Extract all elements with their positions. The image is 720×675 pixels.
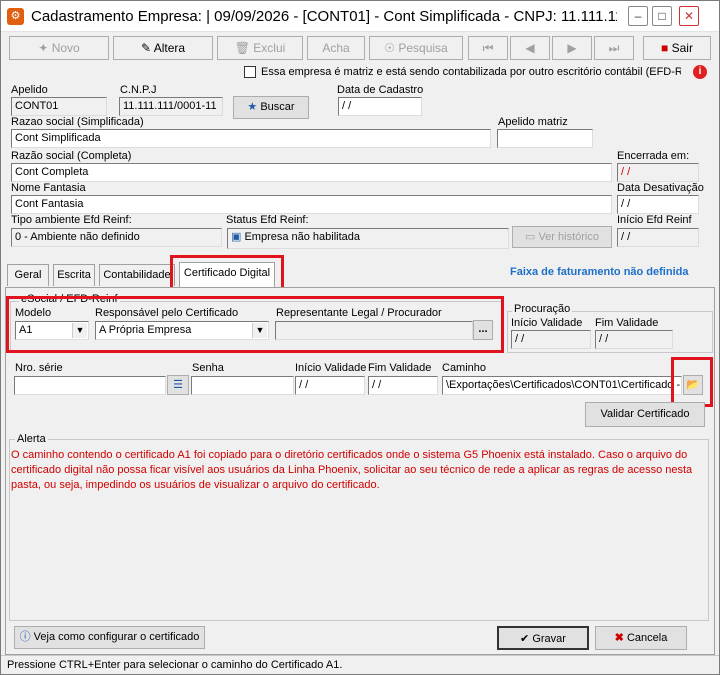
cnpj-label: C.N.P.J: [120, 84, 157, 96]
title-bar: ⚙ Cadastramento Empresa: | 09/09/2026 - …: [1, 1, 719, 32]
ini-val-field[interactable]: / /: [295, 376, 365, 395]
fim-val-field[interactable]: / /: [368, 376, 438, 395]
next-record-button[interactable]: ▶: [552, 36, 592, 60]
fantasia-label: Nome Fantasia: [11, 182, 86, 194]
maximize-button[interactable]: □: [652, 6, 672, 26]
acha-label: Acha: [322, 41, 350, 55]
veja-config-button[interactable]: ⓘ Veja como configurar o certificado: [14, 626, 205, 649]
ini-val-label: Início Validade: [295, 362, 367, 374]
razao-comp-field[interactable]: Cont Completa: [11, 163, 612, 182]
altera-button[interactable]: ✎ Altera: [113, 36, 213, 60]
proc-fim-label: Fim Validade: [595, 317, 659, 329]
proc-ini-label: Início Validade: [511, 317, 583, 329]
acha-button[interactable]: Acha: [307, 36, 365, 60]
sair-label: Sair: [671, 41, 693, 55]
efd-matriz-label: Essa empresa é matriz e está sendo conta…: [261, 66, 681, 78]
apelido-matriz-label: Apelido matriz: [498, 116, 568, 128]
status-icon: ▣: [231, 231, 245, 243]
prev-record-button[interactable]: ◀: [510, 36, 550, 60]
gravar-button[interactable]: ✔ Gravar: [497, 626, 589, 650]
proc-ini-field: / /: [511, 330, 591, 349]
pesquisa-label: Pesquisa: [398, 41, 448, 55]
data-desat-label: Data Desativação: [617, 182, 704, 194]
cancel-icon: ✖: [614, 632, 627, 644]
razao-simpl-field[interactable]: Cont Simplificada: [11, 129, 491, 148]
data-cadastro-field[interactable]: / /: [338, 97, 422, 116]
gravar-label: Gravar: [532, 633, 566, 645]
senha-label: Senha: [192, 362, 224, 374]
new-icon: ✦: [38, 41, 52, 55]
altera-label: Altera: [153, 41, 186, 55]
efd-matriz-checkbox[interactable]: [244, 66, 256, 78]
alerta-text: O caminho contendo o certificado A1 foi …: [11, 449, 693, 491]
inicio-efd-label: Início Efd Reinf: [617, 214, 692, 226]
sair-button[interactable]: ■ Sair: [643, 36, 711, 60]
faixa-faturamento: Faixa de faturamento não definida: [510, 266, 689, 278]
exit-door-icon: ■: [661, 41, 672, 55]
novo-label: Novo: [51, 41, 80, 55]
tab-geral[interactable]: Geral: [7, 264, 49, 286]
edit-icon: ✎: [140, 41, 154, 55]
tab-escrita[interactable]: Escrita: [53, 264, 95, 286]
tipo-amb-field: 0 - Ambiente não definido: [11, 228, 222, 247]
first-record-button[interactable]: ⏮: [468, 36, 508, 60]
status-bar-text: Pressione CTRL+Enter para selecionar o c…: [7, 659, 343, 671]
info-icon[interactable]: i: [693, 65, 707, 79]
apelido-field[interactable]: CONT01: [11, 97, 107, 116]
encerrada-label: Encerrada em:: [617, 150, 690, 162]
cnpj-field[interactable]: 11.111.111/0001-11: [119, 97, 223, 116]
filter-icon[interactable]: ☰: [167, 375, 189, 395]
window: ⚙ Cadastramento Empresa: | 09/09/2026 - …: [0, 0, 720, 675]
inicio-efd-field: / /: [617, 228, 699, 247]
save-icon: ✔: [520, 633, 533, 645]
apelido-label: Apelido: [11, 84, 48, 96]
apelido-matriz-field[interactable]: [497, 129, 593, 148]
status-efd-label: Status Efd Reinf:: [226, 214, 309, 226]
encerrada-field[interactable]: / /: [617, 163, 699, 182]
caminho-label: Caminho: [442, 362, 487, 374]
alerta-label: Alerta: [15, 433, 48, 445]
cancela-label: Cancela: [626, 632, 668, 644]
veja-config-label: Veja como configurar o certificado: [33, 631, 200, 643]
pesquisa-button[interactable]: ☉ Pesquisa: [369, 36, 463, 60]
search-icon: ★: [247, 101, 261, 113]
data-cadastro-label: Data de Cadastro: [337, 84, 424, 96]
tab-contabilidade[interactable]: Contabilidade: [99, 264, 175, 286]
nro-serie-field[interactable]: [14, 376, 166, 395]
info-icon: ⓘ: [19, 631, 34, 643]
status-bar: Pressione CTRL+Enter para selecionar o c…: [1, 655, 719, 674]
novo-button[interactable]: ✦ Novo: [9, 36, 109, 60]
ver-historico-label: Ver histórico: [538, 231, 599, 243]
fantasia-field[interactable]: Cont Fantasia: [11, 195, 612, 214]
data-desat-field[interactable]: / /: [617, 195, 699, 214]
window-title: Cadastramento Empresa: | 09/09/2026 - [C…: [31, 8, 617, 25]
razao-simpl-label: Razao social (Simplificada): [11, 116, 144, 128]
buscar-button[interactable]: ★ Buscar: [233, 96, 309, 119]
procuracao-label: Procuração: [512, 303, 573, 315]
history-icon: ▭: [525, 231, 539, 243]
app-icon: ⚙: [7, 8, 24, 25]
minimize-button[interactable]: –: [628, 6, 648, 26]
close-button[interactable]: ✕: [679, 6, 699, 26]
caminho-field[interactable]: \Exportações\Certificados\CONT01\Certifi…: [442, 376, 682, 395]
razao-comp-label: Razão social (Completa): [11, 150, 132, 162]
status-efd-field: ▣ Empresa não habilitada: [227, 228, 509, 249]
highlight-esocial: [6, 296, 504, 353]
cancela-button[interactable]: ✖ Cancela: [595, 626, 687, 650]
trash-icon: 🗑: [234, 41, 254, 55]
exclui-button[interactable]: 🗑 Exclui: [217, 36, 303, 60]
buscar-label: Buscar: [260, 101, 295, 113]
status-efd-value: Empresa não habilitada: [244, 231, 361, 243]
binoculars-icon: ☉: [384, 41, 399, 55]
fim-val-label: Fim Validade: [368, 362, 432, 374]
highlight-folder: [671, 357, 713, 407]
proc-fim-field: / /: [595, 330, 673, 349]
tipo-amb-label: Tipo ambiente Efd Reinf:: [11, 214, 132, 226]
exclui-label: Exclui: [253, 41, 286, 55]
senha-field[interactable]: [191, 376, 294, 395]
validar-certificado-button[interactable]: Validar Certificado: [585, 402, 705, 427]
last-record-button[interactable]: ⏭: [594, 36, 634, 60]
ver-historico-button[interactable]: ▭ Ver histórico: [512, 226, 612, 248]
nro-serie-label: Nro. série: [15, 362, 63, 374]
